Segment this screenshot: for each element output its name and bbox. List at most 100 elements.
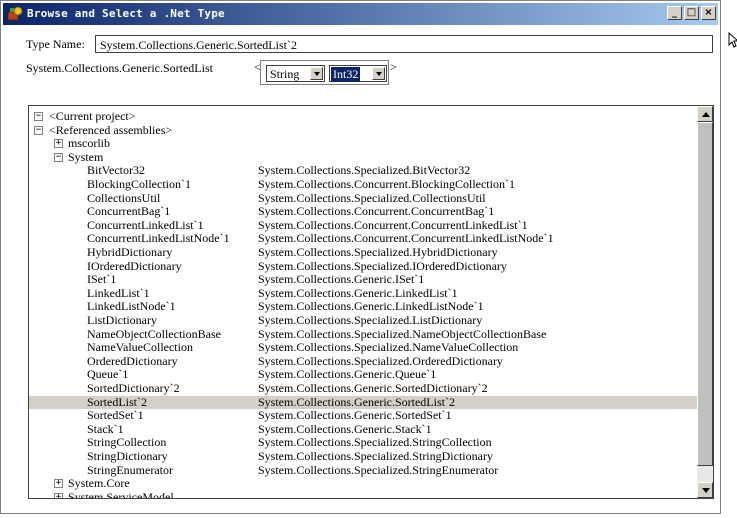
tree-node-label: mscorlib [68,136,110,151]
collapse-icon[interactable]: − [54,152,63,162]
tree-node-label: BlockingCollection`1 [87,177,191,191]
app-icon [7,6,23,21]
tree-row[interactable]: ConcurrentLinkedListNode`1 System.Collect… [29,232,697,245]
scroll-down-button[interactable] [697,482,713,498]
collapse-icon[interactable]: − [34,112,43,121]
tree-node-fullname: System.Collections.Generic.LinkedListNod… [258,299,484,314]
tree-node-label: NameObjectCollectionBase [87,326,221,341]
tree-row[interactable]: CollectionsUtil System.Collections.Specia… [29,190,697,205]
scroll-up-button[interactable] [697,106,713,122]
tree-node-label: NameValueCollection [87,340,193,355]
title-bar[interactable]: Browse and Select a .Net Type _ □ × [3,3,718,25]
tree-row[interactable]: − System [29,149,697,164]
tree-node-fullname: System.Collections.Generic.Queue`1 [258,367,437,382]
tree-row[interactable]: − <Current project> [29,110,697,123]
tree-row[interactable]: HybridDictionary System.Collections.Speci… [29,246,697,259]
generic-args-box: String Int32 [260,60,389,85]
expand-icon[interactable]: + [54,139,63,149]
tree-row[interactable]: LinkedListNode`1 System.Collections.Gener… [29,300,697,313]
generic-close-bracket: > [390,60,397,74]
tree-node-label: LinkedListNode`1 [87,299,176,314]
tree-row[interactable]: + System.Core [29,477,697,490]
type-arg-2-value: Int32 [331,67,361,82]
scroll-thumb[interactable] [697,122,713,466]
tree-node-label: ISet`1 [87,272,117,287]
tree-row[interactable]: ConcurrentBag`1 System.Collections.Concur… [29,205,697,218]
tree-node-fullname: System.Collections.Generic.ISet`1 [258,272,425,287]
tree-node-label: LinkedList`1 [87,285,150,300]
collapse-icon[interactable]: − [34,125,43,135]
tree-row[interactable]: StringDictionary System.Collections.Speci… [29,450,697,463]
tree-node-label: StringEnumerator [87,462,173,477]
type-name-input[interactable]: System.Collections.Generic.SortedList`2 [95,35,713,53]
tree-row[interactable]: BlockingCollection`1 System.Collections.C… [29,178,697,191]
tree-row[interactable]: StringCollection System.Collections.Speci… [29,436,697,449]
tree-row[interactable]: NameValueCollection System.Collections.Sp… [29,341,697,354]
tree-row[interactable]: OrderedDictionary System.Collections.Spec… [29,353,697,368]
tree-node-label: StringDictionary [87,449,168,463]
vertical-scrollbar[interactable] [697,106,713,498]
tree-node-label: StringCollection [87,435,167,450]
tree-node-fullname: System.Collections.Specialized.NameObjec… [258,326,547,341]
tree-node-label: SortedSet`1 [87,408,144,423]
tree-node-fullname: System.Collections.Specialized.IOrderedD… [258,258,507,273]
tree-node-fullname: System.Collections.Generic.SortedList`2 [258,394,455,409]
tree-node-fullname: System.Collections.Generic.SortedDiction… [258,381,488,395]
tree-node-label: System [68,149,104,164]
tree-node-label: IOrderedDictionary [87,258,182,273]
tree-row[interactable]: Queue`1 System.Collections.Generic.Queue`… [29,368,697,381]
type-arg-1-combo[interactable]: String [266,65,325,82]
tree-row[interactable]: − <Referenced assemblies> [29,123,697,137]
tree-node-fullname: System.Collections.Specialized.Collectio… [258,190,486,205]
tree-node-label: ConcurrentLinkedListNode`1 [87,231,230,246]
tree-row[interactable]: BitVector32 System.Collections.Specialize… [29,164,697,177]
tree-row[interactable]: ISet`1 System.Collections.Generic.ISet`1 [29,273,697,286]
tree-node-fullname: System.Collections.Specialized.OrderedDi… [258,353,503,368]
tree-node-fullname: System.Collections.Specialized.BitVector… [258,163,471,178]
tree-node-label: OrderedDictionary [87,353,178,368]
tree-node-fullname: System.Collections.Generic.LinkedList`1 [258,285,458,300]
maximize-button[interactable]: □ [684,6,699,20]
tree-row[interactable]: StringEnumerator System.Collections.Speci… [29,462,697,477]
tree-row[interactable]: ConcurrentLinkedList`1 System.Collections… [29,217,697,232]
tree-row[interactable]: IOrderedDictionary System.Collections.Spe… [29,258,697,273]
tree-node-fullname: System.Collections.Specialized.ListDicti… [258,313,483,327]
tree-node-fullname: System.Collections.Generic.SortedSet`1 [258,408,452,423]
tree-node-label: CollectionsUtil [87,190,161,205]
tree-node-fullname: System.Collections.Specialized.StringCol… [258,435,492,450]
tree-node-fullname: System.Collections.Generic.Stack`1 [258,421,432,436]
tree-node-fullname: System.Collections.Concurrent.Concurrent… [258,204,495,219]
tree-row[interactable]: + mscorlib [29,137,697,150]
close-button[interactable]: × [701,6,716,20]
tree-node-label: BitVector32 [87,163,145,178]
tree-node-fullname: System.Collections.Specialized.StringEnu… [258,462,499,477]
generic-base-name: System.Collections.Generic.SortedList [26,61,213,75]
tree-node-fullname: System.Collections.Concurrent.Concurrent… [258,231,554,246]
tree-node-label: System.Core [68,476,130,491]
expand-icon[interactable]: + [54,492,63,498]
type-name-label: Type Name: [26,37,85,51]
tree-row[interactable]: NameObjectCollectionBase System.Collectio… [29,326,697,341]
tree-node-label: <Current project> [49,109,136,123]
browse-type-dialog: Browse and Select a .Net Type _ □ × Type… [0,0,721,514]
chevron-down-icon[interactable] [310,67,323,80]
tree-row[interactable]: LinkedList`1 System.Collections.Generic.L… [29,285,697,300]
tree-node-label: Queue`1 [87,367,129,382]
tree-node-label: SortedList`2 [87,394,147,409]
type-arg-1-value: String [270,67,300,81]
tree-row[interactable]: SortedSet`1 System.Collections.Generic.So… [29,409,697,422]
tree-row[interactable]: + System.ServiceModel [29,490,697,498]
type-arg-2-combo[interactable]: Int32 [329,65,387,82]
tree-node-label: ListDictionary [87,313,157,327]
tree-row[interactable]: ListDictionary System.Collections.Special… [29,314,697,327]
tree-row[interactable]: Stack`1 System.Collections.Generic.Stack`… [29,421,697,436]
tree-row[interactable]: SortedDictionary`2 System.Collections.Gen… [29,382,697,395]
type-tree[interactable]: − <Current project> − <Referenced assemblie… [28,105,714,499]
chevron-down-icon[interactable] [372,67,385,80]
expand-icon[interactable]: + [54,479,63,489]
tree-node-fullname: System.Collections.Specialized.HybridDic… [258,245,498,259]
tree-node-label: ConcurrentLinkedList`1 [87,217,204,232]
tree-node-fullname: System.Collections.Specialized.StringDic… [258,449,493,463]
minimize-button[interactable]: _ [667,6,682,20]
tree-row-selected[interactable]: SortedList`2 System.Collections.Generic.S… [29,394,697,409]
